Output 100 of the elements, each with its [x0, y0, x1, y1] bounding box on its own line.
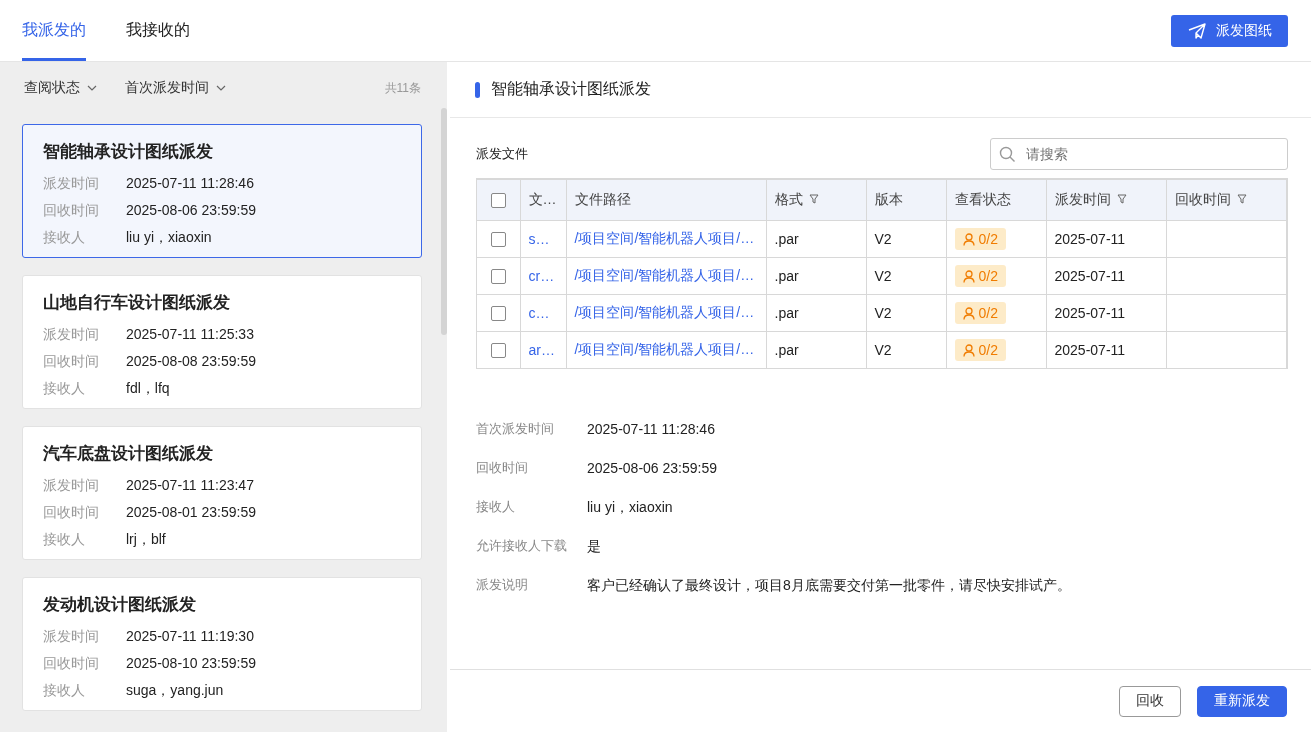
checkbox[interactable] [490, 343, 506, 359]
table-cell: V2 [866, 220, 946, 258]
view-status-badge: 0/2 [954, 265, 1006, 287]
info-label: 回收时间 [476, 459, 529, 477]
field-value: 2025-08-06 23:59:59 [126, 201, 256, 220]
search-field[interactable]: 请搜索 [989, 138, 1288, 170]
column-header: 格式 [766, 179, 866, 221]
table-cell: .par [766, 294, 866, 332]
filter-dropdown[interactable]: 查阅状态 [24, 79, 97, 97]
field-label: 接收人 [43, 228, 86, 247]
field-value: lrj，blf [126, 530, 166, 549]
info-value: 是 [587, 537, 601, 556]
chevron-down-icon [216, 85, 226, 91]
person-icon [962, 343, 975, 357]
view-status-badge: 0/2 [954, 302, 1006, 324]
field-label: 回收时间 [43, 503, 100, 522]
filter-icon[interactable] [808, 194, 819, 204]
dispatch-card[interactable]: 汽车底盘设计图纸派发 派发时间 2025-07-11 11:23:47 回收时间 2025-08-01 23:59:59 接收人 lrj，blf [22, 426, 422, 560]
info-value: 客户已经确认了最终设计，项目8月底需要交付第一批零件，请尽快安排试产。 [587, 576, 1071, 595]
person-icon [962, 269, 975, 283]
table-cell: V2 [866, 257, 946, 295]
dispatch-card[interactable]: 山地自行车设计图纸派发 派发时间 2025-07-11 11:25:33 回收时间 2025-08-08 23:59:59 接收人 fdl，lfq [22, 275, 422, 409]
card-title: 发动机设计图纸派发 [43, 594, 197, 616]
title-marker [475, 81, 480, 98]
field-label: 接收人 [43, 681, 86, 700]
total-count: 共11条 [384, 79, 421, 97]
field-value: 2025-08-01 23:59:59 [126, 503, 256, 522]
send-drawings-button[interactable]: 派发图纸 [1171, 14, 1288, 47]
field-value: 2025-07-11 11:25:33 [126, 325, 254, 344]
field-label: 派发时间 [43, 325, 100, 344]
field-value: fdl，lfq [126, 379, 170, 398]
column-header: 文件路径 [566, 179, 766, 221]
field-value: 2025-07-11 11:19:30 [126, 627, 254, 646]
field-label: 回收时间 [43, 352, 100, 371]
info-label: 首次派发时间 [476, 420, 555, 438]
field-value: suga，yang.jun [126, 681, 224, 700]
table-cell: 2025-07-11 [1046, 257, 1166, 295]
checkbox[interactable] [490, 193, 506, 209]
column-header: 查看状态 [946, 179, 1046, 221]
person-icon [962, 232, 975, 246]
tab[interactable]: 我接收的 [126, 0, 190, 61]
dispatch-card[interactable]: 智能轴承设计图纸派发 派发时间 2025-07-11 11:28:46 回收时间 2025-08-06 23:59:59 接收人 liu yi，xiaoxin [22, 124, 422, 258]
table-cell: 2025-07-11 [1046, 331, 1166, 369]
file-name-link[interactable]: c… [520, 294, 566, 332]
field-label: 派发时间 [43, 476, 100, 495]
field-value: 2025-07-11 11:23:47 [126, 476, 254, 495]
file-name-link[interactable]: ar… [520, 331, 566, 369]
info-label: 允许接收人下载 [476, 537, 568, 555]
column-header: 派发时间 [1046, 179, 1166, 221]
column-header: 回收时间 [1166, 179, 1286, 221]
paper-plane-icon [1187, 22, 1206, 39]
field-label: 接收人 [43, 530, 86, 549]
view-status-badge: 0/2 [954, 339, 1006, 361]
checkbox[interactable] [490, 269, 506, 285]
table-cell: 2025-07-11 [1046, 220, 1166, 258]
filter-icon[interactable] [1236, 194, 1247, 204]
person-icon [962, 306, 975, 320]
dispatch-card[interactable]: 发动机设计图纸派发 派发时间 2025-07-11 11:19:30 回收时间 2025-08-10 23:59:59 接收人 suga，yang.jun [22, 577, 422, 711]
table-cell: .par [766, 331, 866, 369]
field-value: 2025-08-08 23:59:59 [126, 352, 256, 371]
info-label: 接收人 [476, 498, 516, 516]
field-value: liu yi，xiaoxin [126, 228, 212, 247]
scrollbar-thumb[interactable] [441, 108, 447, 335]
info-value: liu yi，xiaoxin [587, 498, 673, 517]
field-label: 回收时间 [43, 654, 100, 673]
file-name-link[interactable]: cr… [520, 257, 566, 295]
file-path-link[interactable]: /项目空间/智能机器人项目/… [566, 257, 766, 295]
field-label: 派发时间 [43, 627, 100, 646]
column-header: 文… [520, 179, 566, 221]
file-name-link[interactable]: s… [520, 220, 566, 258]
checkbox[interactable] [490, 232, 506, 248]
card-title: 智能轴承设计图纸派发 [43, 141, 214, 163]
table-cell: 2025-07-11 [1046, 294, 1166, 332]
info-label: 派发说明 [476, 576, 529, 594]
file-path-link[interactable]: /项目空间/智能机器人项目/… [566, 220, 766, 258]
field-value: 2025-07-11 11:28:46 [126, 174, 254, 193]
field-value: 2025-08-10 23:59:59 [126, 654, 256, 673]
file-path-link[interactable]: /项目空间/智能机器人项目/… [566, 331, 766, 369]
chevron-down-icon [87, 85, 97, 91]
table-cell: V2 [866, 294, 946, 332]
checkbox[interactable] [490, 306, 506, 322]
section-label: 派发文件 [476, 145, 528, 163]
info-value: 2025-08-06 23:59:59 [587, 459, 717, 478]
card-title: 汽车底盘设计图纸派发 [43, 443, 214, 465]
file-path-link[interactable]: /项目空间/智能机器人项目/… [566, 294, 766, 332]
field-label: 接收人 [43, 379, 86, 398]
info-value: 2025-07-11 11:28:46 [587, 420, 715, 439]
field-label: 回收时间 [43, 201, 100, 220]
table-cell: V2 [866, 331, 946, 369]
column-header: 版本 [866, 179, 946, 221]
redispatch-button[interactable]: 重新派发 [1196, 685, 1287, 717]
card-title: 山地自行车设计图纸派发 [43, 292, 231, 314]
filter-dropdown[interactable]: 首次派发时间 [125, 79, 226, 97]
filter-icon[interactable] [1116, 194, 1127, 204]
field-label: 派发时间 [43, 174, 100, 193]
table-cell: .par [766, 257, 866, 295]
recall-button[interactable]: 回收 [1118, 685, 1181, 717]
view-status-badge: 0/2 [954, 228, 1006, 250]
table-cell: .par [766, 220, 866, 258]
detail-title: 智能轴承设计图纸派发 [491, 79, 651, 99]
